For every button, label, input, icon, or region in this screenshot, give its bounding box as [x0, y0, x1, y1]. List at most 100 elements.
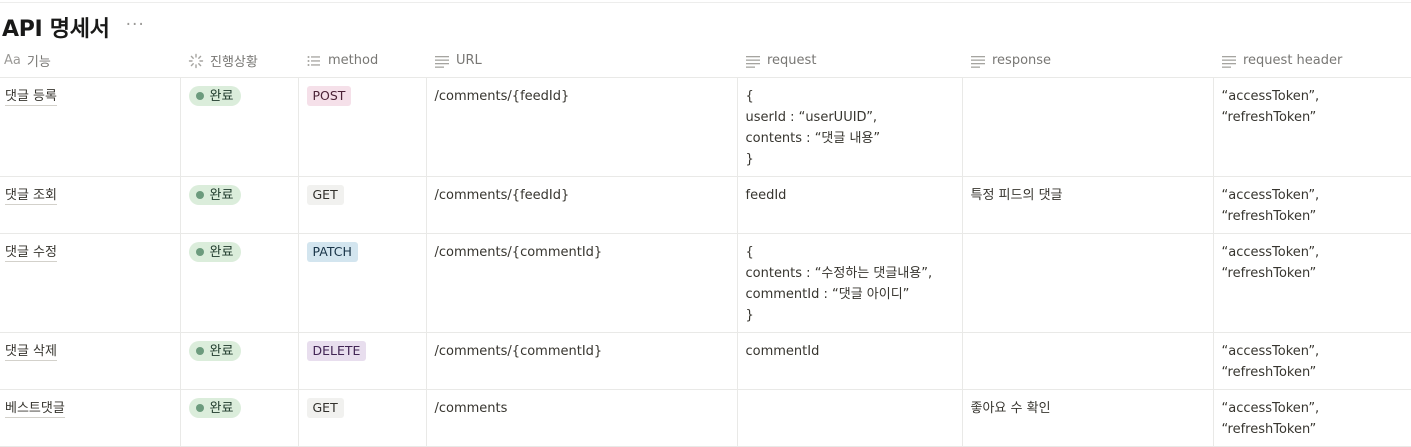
cell-request[interactable]: { contents : “수정하는 댓글내용”, commentId : “댓…	[737, 233, 963, 333]
cell-response[interactable]: 좋아요 수 확인	[962, 389, 1214, 447]
status-label: 완료	[209, 244, 234, 260]
cell-response[interactable]	[962, 233, 1214, 333]
text-lines-icon	[746, 55, 760, 68]
request-line: commentId	[745, 344, 820, 359]
cell-request-header[interactable]: “accessToken”, “refreshToken”	[1213, 77, 1411, 177]
cell-name[interactable]: 댓글 수정	[0, 233, 181, 333]
cell-name[interactable]: 댓글 조회	[0, 176, 181, 234]
request-line: {	[745, 89, 754, 104]
method-tag[interactable]: GET	[306, 398, 344, 418]
cell-response[interactable]: 특정 피드의 댓글	[962, 176, 1214, 234]
response-text: 좋아요 수 확인	[970, 401, 1051, 416]
top-divider	[0, 2, 1411, 3]
request-line: userId : “userUUID”,	[745, 110, 878, 125]
cell-response[interactable]	[962, 77, 1214, 177]
column-header-request[interactable]: request	[737, 44, 962, 78]
table-row[interactable]: 댓글 등록 완료 POST /comments/{feedId} { userI…	[0, 77, 1411, 177]
row-title[interactable]: 베스트댓글	[5, 401, 65, 418]
cell-request[interactable]	[737, 389, 963, 447]
method-tag[interactable]: POST	[306, 86, 352, 106]
cell-status[interactable]: 완료	[180, 77, 299, 177]
request-line: contents : “댓글 내용”	[745, 131, 881, 146]
header-line: “refreshToken”	[1221, 209, 1317, 224]
cell-request-header[interactable]: “accessToken”, “refreshToken”	[1213, 176, 1411, 234]
cell-url[interactable]: /comments	[426, 389, 738, 447]
row-title[interactable]: 댓글 조회	[5, 188, 57, 205]
header-line: “refreshToken”	[1221, 422, 1317, 437]
column-header-response[interactable]: response	[962, 44, 1213, 78]
header-line: “accessToken”,	[1221, 344, 1320, 359]
method-tag[interactable]: DELETE	[306, 341, 367, 361]
cell-status[interactable]: 완료	[180, 176, 299, 234]
page-header: API 명세서 ···	[2, 12, 145, 42]
cell-response[interactable]	[962, 332, 1214, 390]
cell-status[interactable]: 완료	[180, 389, 299, 447]
cell-name[interactable]: 댓글 등록	[0, 77, 181, 177]
cell-name[interactable]: 베스트댓글	[0, 389, 181, 447]
cell-url[interactable]: /comments/{feedId}	[426, 77, 738, 177]
cell-request[interactable]: feedId	[737, 176, 963, 234]
status-badge[interactable]: 완료	[188, 398, 242, 418]
table-row[interactable]: 댓글 조회 완료 GET /comments/{feedId} feedId 특…	[0, 176, 1411, 234]
api-spec-table: Aa 기능 진행상황 method URL request response r…	[0, 44, 1411, 447]
status-dot-icon	[195, 347, 204, 355]
column-header-status[interactable]: 진행상황	[180, 44, 298, 78]
page-title[interactable]: API 명세서	[2, 11, 110, 43]
status-dot-icon	[195, 92, 204, 100]
header-line: “accessToken”,	[1221, 401, 1320, 416]
header-line: “refreshToken”	[1221, 365, 1317, 380]
cell-status[interactable]: 완료	[180, 332, 299, 390]
header-line: “refreshToken”	[1221, 110, 1317, 125]
status-spinner-icon	[188, 53, 204, 68]
status-label: 완료	[209, 187, 234, 203]
cell-method[interactable]: PATCH	[298, 233, 427, 333]
cell-request-header[interactable]: “accessToken”, “refreshToken”	[1213, 389, 1411, 447]
row-title[interactable]: 댓글 수정	[5, 245, 57, 262]
column-header-request-header[interactable]: request header	[1213, 44, 1411, 78]
cell-name[interactable]: 댓글 삭제	[0, 332, 181, 390]
list-icon	[307, 55, 320, 66]
status-dot-icon	[195, 191, 204, 199]
column-header-url[interactable]: URL	[426, 44, 737, 78]
cell-request-header[interactable]: “accessToken”, “refreshToken”	[1213, 233, 1411, 333]
header-line: “accessToken”,	[1221, 89, 1320, 104]
cell-method[interactable]: POST	[298, 77, 427, 177]
cell-method[interactable]: DELETE	[298, 332, 427, 390]
status-badge[interactable]: 완료	[188, 341, 242, 361]
text-lines-icon	[435, 55, 449, 68]
request-line: }	[745, 152, 754, 167]
cell-url[interactable]: /comments/{feedId}	[426, 176, 738, 234]
request-line: commentId : “댓글 아이디”	[745, 287, 910, 302]
column-header-label: response	[992, 53, 1052, 68]
column-header-method[interactable]: method	[298, 44, 426, 78]
status-badge[interactable]: 완료	[188, 185, 242, 205]
column-header-name[interactable]: Aa 기능	[0, 44, 180, 78]
ellipsis-icon[interactable]: ···	[126, 16, 145, 34]
status-label: 완료	[209, 343, 234, 359]
column-header-label: URL	[456, 53, 482, 68]
cell-request[interactable]: commentId	[737, 332, 963, 390]
cell-url[interactable]: /comments/{commentId}	[426, 233, 738, 333]
row-title[interactable]: 댓글 삭제	[5, 344, 57, 361]
table-row[interactable]: 댓글 수정 완료 PATCH /comments/{commentId} { c…	[0, 233, 1411, 333]
table-header-row: Aa 기능 진행상황 method URL request response r…	[0, 44, 1411, 78]
response-text: 특정 피드의 댓글	[970, 188, 1063, 203]
url-text: /comments/{feedId}	[434, 89, 570, 104]
cell-status[interactable]: 완료	[180, 233, 299, 333]
cell-url[interactable]: /comments/{commentId}	[426, 332, 738, 390]
status-badge[interactable]: 완료	[188, 242, 242, 262]
url-text: /comments/{feedId}	[434, 188, 570, 203]
url-text: /comments/{commentId}	[434, 344, 603, 359]
method-tag[interactable]: PATCH	[306, 242, 358, 262]
cell-request[interactable]: { userId : “userUUID”, contents : “댓글 내용…	[737, 77, 963, 177]
cell-method[interactable]: GET	[298, 176, 427, 234]
status-dot-icon	[195, 404, 204, 412]
status-badge[interactable]: 완료	[188, 86, 242, 106]
cell-request-header[interactable]: “accessToken”, “refreshToken”	[1213, 332, 1411, 390]
table-row[interactable]: 댓글 삭제 완료 DELETE /comments/{commentId} co…	[0, 332, 1411, 390]
table-row[interactable]: 베스트댓글 완료 GET /comments 좋아요 수 확인 “accessT…	[0, 389, 1411, 447]
cell-method[interactable]: GET	[298, 389, 427, 447]
method-tag[interactable]: GET	[306, 185, 344, 205]
row-title[interactable]: 댓글 등록	[5, 89, 57, 106]
column-header-label: 진행상황	[210, 55, 258, 70]
